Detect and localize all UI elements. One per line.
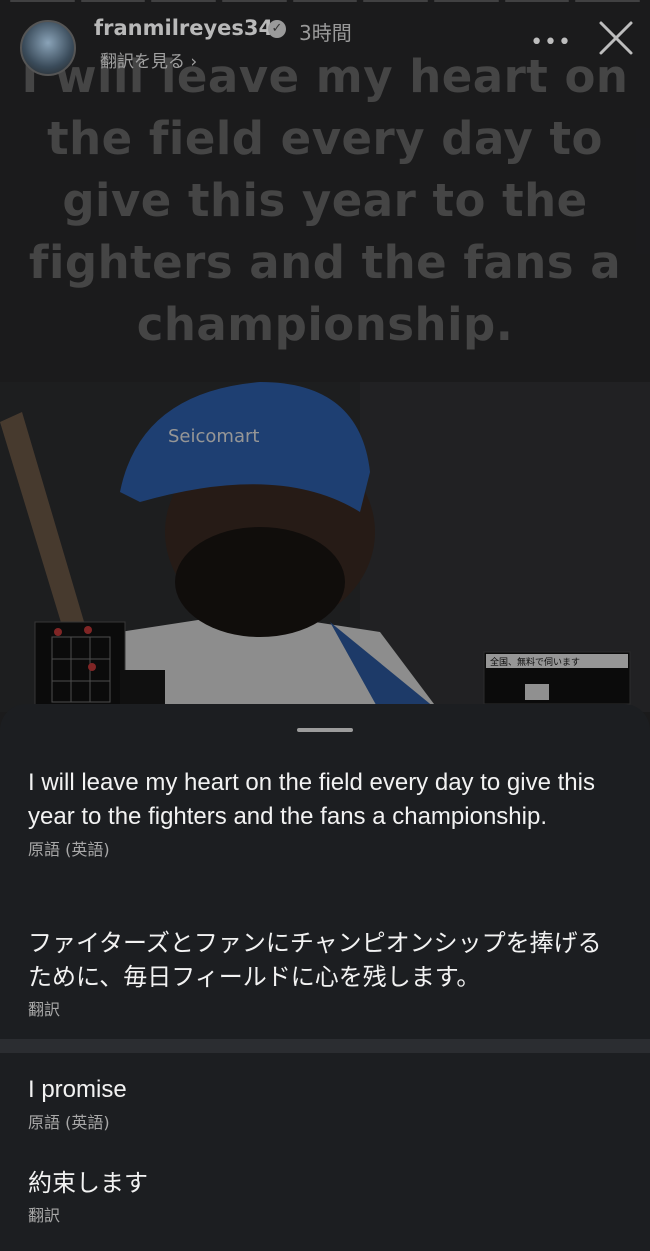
close-icon[interactable] bbox=[598, 20, 634, 56]
section-divider bbox=[0, 1039, 650, 1053]
see-translation-link[interactable]: 翻訳を見る › bbox=[100, 47, 197, 72]
translation-sheet: I will leave my heart on the field every… bbox=[0, 704, 650, 1251]
original-text-2: I promise 原語 (英語) bbox=[28, 1073, 618, 1133]
verified-badge-icon: ✓ bbox=[268, 20, 286, 38]
translated-text-1: ファイターズとファンにチャンピオンシップを捧げるために、毎日フィールドに心を残し… bbox=[28, 926, 618, 1020]
original-text: I promise bbox=[28, 1076, 127, 1103]
original-text-1: I will leave my heart on the field every… bbox=[28, 766, 618, 860]
more-options-icon[interactable]: ••• bbox=[530, 30, 572, 55]
translated-text: 約束します bbox=[28, 1169, 148, 1197]
username[interactable]: franmilreyes34 bbox=[94, 16, 273, 40]
avatar[interactable] bbox=[20, 20, 76, 76]
original-text: I will leave my heart on the field every… bbox=[28, 769, 595, 830]
translated-text: ファイターズとファンにチャンピオンシップを捧げるために、毎日フィールドに心を残し… bbox=[28, 929, 602, 991]
post-time: 3時間 bbox=[299, 21, 352, 45]
sheet-drag-handle[interactable] bbox=[297, 728, 353, 732]
original-language-label: 原語 (英語) bbox=[28, 840, 110, 859]
story-header: franmilreyes34 ✓ 3時間 翻訳を見る › ••• bbox=[18, 16, 634, 76]
translation-label: 翻訳 bbox=[28, 1206, 61, 1225]
original-language-label: 原語 (英語) bbox=[28, 1113, 110, 1132]
translated-text-2: 約束します 翻訳 bbox=[28, 1166, 618, 1226]
translation-label: 翻訳 bbox=[28, 1000, 61, 1019]
